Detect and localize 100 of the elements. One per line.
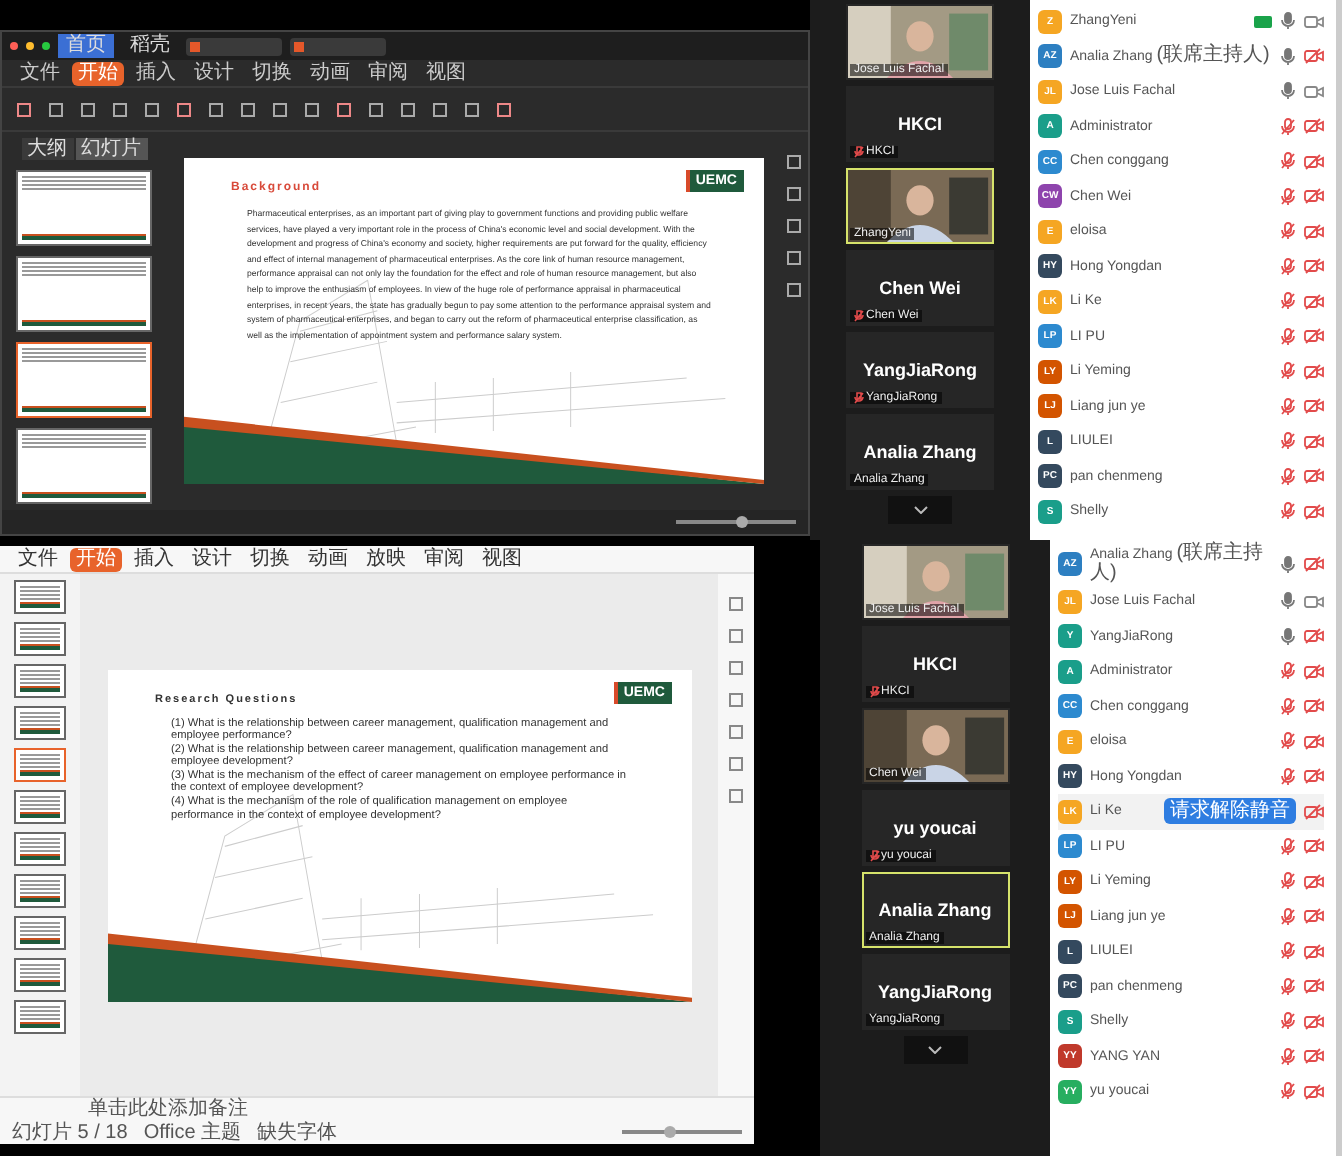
ribbon-tab[interactable]: 视图 bbox=[420, 61, 472, 85]
muted-mic-icon[interactable] bbox=[1280, 397, 1296, 416]
muted-mic-icon[interactable] bbox=[1280, 1012, 1296, 1031]
camera-off-icon[interactable] bbox=[1304, 663, 1324, 680]
muted-mic-icon[interactable] bbox=[1280, 257, 1296, 276]
camera-off-icon[interactable] bbox=[1304, 48, 1324, 65]
camera-off-icon[interactable] bbox=[1304, 698, 1324, 715]
muted-mic-icon[interactable] bbox=[1280, 767, 1296, 786]
mic-icon[interactable] bbox=[1280, 555, 1296, 573]
muted-mic-icon[interactable] bbox=[1280, 117, 1296, 136]
muted-mic-icon[interactable] bbox=[1280, 1082, 1296, 1101]
camera-icon[interactable] bbox=[1304, 593, 1324, 610]
slide-thumbnail[interactable] bbox=[14, 748, 66, 782]
mic-icon[interactable] bbox=[1280, 12, 1296, 31]
ribbon-tab[interactable]: 切换 bbox=[244, 547, 296, 571]
slide-thumbnail[interactable] bbox=[14, 832, 66, 866]
slide-thumbnail[interactable] bbox=[14, 874, 66, 908]
camera-off-icon[interactable] bbox=[1304, 628, 1324, 645]
ribbon-tab[interactable]: 切换 bbox=[246, 61, 298, 85]
muted-mic-icon[interactable] bbox=[1280, 502, 1296, 521]
request-unmute-button[interactable]: 请求解除静音 bbox=[1164, 798, 1296, 825]
camera-off-icon[interactable] bbox=[1304, 223, 1324, 240]
ribbon-tab[interactable]: 动画 bbox=[302, 547, 354, 571]
muted-mic-icon[interactable] bbox=[1280, 327, 1296, 346]
ribbon-tab[interactable]: 设计 bbox=[186, 547, 238, 571]
mic-icon[interactable] bbox=[1280, 47, 1296, 66]
slide-thumbnail[interactable] bbox=[14, 622, 66, 656]
scroll-down-button[interactable] bbox=[888, 496, 952, 524]
camera-off-icon[interactable] bbox=[1304, 873, 1324, 890]
mic-icon[interactable] bbox=[1280, 592, 1296, 611]
slide-thumbnail[interactable] bbox=[16, 342, 152, 418]
panel-tab[interactable]: 大纲 bbox=[21, 138, 73, 160]
camera-off-icon[interactable] bbox=[1304, 188, 1324, 205]
muted-mic-icon[interactable] bbox=[1280, 942, 1296, 961]
camera-icon[interactable] bbox=[1304, 83, 1324, 100]
slide-thumbnail[interactable] bbox=[16, 170, 152, 246]
muted-mic-icon[interactable] bbox=[1280, 187, 1296, 206]
muted-mic-icon[interactable] bbox=[1280, 837, 1296, 856]
muted-mic-icon[interactable] bbox=[1280, 662, 1296, 681]
notes-placeholder[interactable]: 单击此处添加备注 bbox=[88, 1098, 248, 1120]
slide-thumbnail[interactable] bbox=[14, 958, 66, 992]
mic-icon[interactable] bbox=[1280, 82, 1296, 101]
scroll-down-button[interactable] bbox=[903, 1036, 967, 1064]
ribbon-tab[interactable]: 放映 bbox=[360, 547, 412, 571]
muted-mic-icon[interactable] bbox=[1280, 152, 1296, 171]
camera-off-icon[interactable] bbox=[1304, 258, 1324, 275]
camera-off-icon[interactable] bbox=[1304, 1048, 1324, 1065]
slide-thumbnail[interactable] bbox=[16, 428, 152, 504]
camera-off-icon[interactable] bbox=[1304, 468, 1324, 485]
camera-off-icon[interactable] bbox=[1304, 556, 1324, 572]
window-tab[interactable]: 稻壳 bbox=[122, 34, 178, 58]
ribbon-tab[interactable]: 设计 bbox=[188, 61, 240, 85]
camera-off-icon[interactable] bbox=[1304, 803, 1324, 820]
camera-off-icon[interactable] bbox=[1304, 908, 1324, 925]
camera-off-icon[interactable] bbox=[1304, 118, 1324, 135]
document-tab[interactable] bbox=[290, 37, 386, 55]
window-tab[interactable]: 首页 bbox=[58, 34, 114, 58]
camera-off-icon[interactable] bbox=[1304, 363, 1324, 380]
ribbon-tab[interactable]: 文件 bbox=[14, 61, 66, 85]
slide-thumbnail[interactable] bbox=[14, 1000, 66, 1034]
ribbon-tab[interactable]: 插入 bbox=[130, 61, 182, 85]
panel-tab[interactable]: 幻灯片 bbox=[75, 138, 147, 160]
muted-mic-icon[interactable] bbox=[1280, 732, 1296, 751]
muted-mic-icon[interactable] bbox=[1280, 292, 1296, 311]
muted-mic-icon[interactable] bbox=[1280, 697, 1296, 716]
camera-off-icon[interactable] bbox=[1304, 733, 1324, 750]
mic-icon[interactable] bbox=[1280, 627, 1296, 646]
ribbon-tab[interactable]: 动画 bbox=[304, 61, 356, 85]
muted-mic-icon[interactable] bbox=[1280, 362, 1296, 381]
camera-off-icon[interactable] bbox=[1304, 838, 1324, 855]
camera-off-icon[interactable] bbox=[1304, 768, 1324, 785]
slide-thumbnail[interactable] bbox=[16, 256, 152, 332]
muted-mic-icon[interactable] bbox=[1280, 432, 1296, 451]
camera-off-icon[interactable] bbox=[1304, 978, 1324, 995]
slide-thumbnail[interactable] bbox=[14, 664, 66, 698]
muted-mic-icon[interactable] bbox=[1280, 467, 1296, 486]
document-tab[interactable] bbox=[186, 37, 282, 55]
slide-thumbnail[interactable] bbox=[14, 790, 66, 824]
ribbon-tab[interactable]: 插入 bbox=[128, 547, 180, 571]
muted-mic-icon[interactable] bbox=[1280, 872, 1296, 891]
camera-off-icon[interactable] bbox=[1304, 433, 1324, 450]
camera-off-icon[interactable] bbox=[1304, 328, 1324, 345]
slide-thumbnail[interactable] bbox=[14, 916, 66, 950]
muted-mic-icon[interactable] bbox=[1280, 1047, 1296, 1066]
minimize-icon[interactable] bbox=[26, 42, 34, 50]
camera-icon[interactable] bbox=[1304, 13, 1324, 30]
camera-off-icon[interactable] bbox=[1304, 153, 1324, 170]
ribbon-tab[interactable]: 文件 bbox=[12, 547, 64, 571]
close-icon[interactable] bbox=[10, 42, 18, 50]
camera-off-icon[interactable] bbox=[1304, 503, 1324, 520]
muted-mic-icon[interactable] bbox=[1280, 907, 1296, 926]
camera-off-icon[interactable] bbox=[1304, 1013, 1324, 1030]
slide-thumbnail[interactable] bbox=[14, 580, 66, 614]
camera-off-icon[interactable] bbox=[1304, 398, 1324, 415]
slide-thumbnail[interactable] bbox=[14, 706, 66, 740]
ribbon-tab[interactable]: 审阅 bbox=[362, 61, 414, 85]
maximize-icon[interactable] bbox=[42, 42, 50, 50]
muted-mic-icon[interactable] bbox=[1280, 977, 1296, 996]
muted-mic-icon[interactable] bbox=[1280, 222, 1296, 241]
camera-off-icon[interactable] bbox=[1304, 293, 1324, 310]
